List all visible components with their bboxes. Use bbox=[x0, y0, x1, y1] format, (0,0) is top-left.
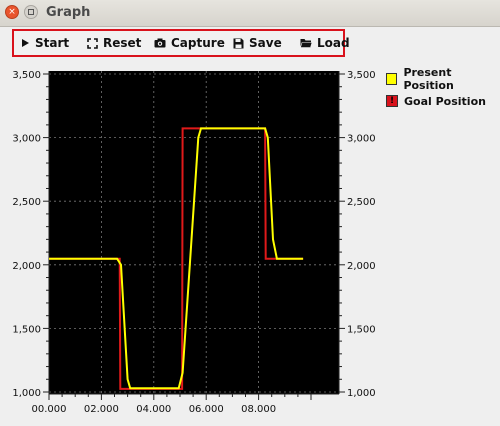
legend-goal-label: Goal Position bbox=[404, 94, 486, 108]
y-tick-label-right: 2,500 bbox=[347, 197, 376, 208]
alert-icon: ! bbox=[386, 95, 398, 107]
legend-item-present: Present Position bbox=[386, 66, 500, 92]
present-swatch bbox=[386, 73, 398, 85]
y-tick-label-left: 2,500 bbox=[12, 197, 41, 208]
plot-background bbox=[49, 71, 339, 394]
x-tick-label: 06.000 bbox=[189, 404, 224, 415]
y-tick-label-right: 3,500 bbox=[347, 70, 376, 81]
y-tick-label-right: 1,500 bbox=[347, 324, 376, 335]
y-tick-label-left: 2,000 bbox=[12, 261, 41, 272]
x-tick-label: 08.000 bbox=[241, 404, 276, 415]
x-tick-label: 00.000 bbox=[32, 404, 67, 415]
y-tick-label-left: 3,000 bbox=[12, 134, 41, 145]
legend-item-goal: ! Goal Position bbox=[386, 94, 500, 108]
x-tick-label: 02.000 bbox=[84, 404, 119, 415]
y-tick-label-left: 1,500 bbox=[12, 324, 41, 335]
legend: Present Position ! Goal Position bbox=[386, 66, 500, 116]
y-tick-label-left: 3,500 bbox=[12, 70, 41, 81]
y-tick-label-left: 1,000 bbox=[12, 388, 41, 399]
y-tick-label-right: 1,000 bbox=[347, 388, 376, 399]
position-chart: 1,000 1,000 1,500 1,500 2,000 2,000 2,500 2,500… bbox=[12, 70, 376, 415]
x-tick-label: 04.000 bbox=[136, 404, 171, 415]
y-tick-label-right: 2,000 bbox=[347, 261, 376, 272]
y-tick-label-right: 3,000 bbox=[347, 134, 376, 145]
legend-present-label: Present Position bbox=[403, 66, 454, 92]
